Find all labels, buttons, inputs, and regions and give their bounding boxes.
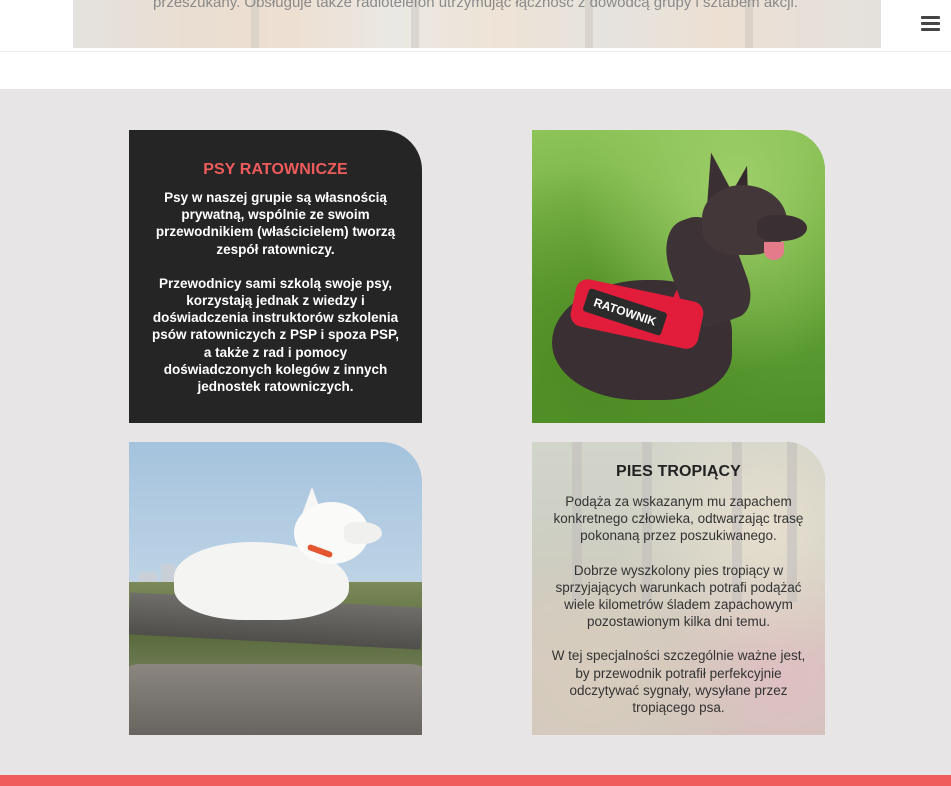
top-header: przeszukany. Obsługuje także radiotelefo… bbox=[0, 0, 951, 52]
tracking-dog-text: Podąża za wskazanym mu zapachem konkretn… bbox=[532, 493, 825, 716]
header-divider bbox=[0, 51, 951, 52]
rescue-dogs-title: PSY RATOWNICZE bbox=[203, 161, 348, 178]
tracking-dog-paragraph: W tej specjalności szczególnie ważne jes… bbox=[551, 648, 806, 716]
rescue-dogs-paragraph: Psy w naszej grupie są własnością prywat… bbox=[155, 190, 396, 257]
tracking-dog-card: PIES TROPIĄCY Podąża za wskazanym mu zap… bbox=[532, 442, 825, 735]
rescue-dogs-text: Psy w naszej grupie są własnością prywat… bbox=[129, 189, 422, 395]
intro-text: przeszukany. Obsługuje także radiotelefo… bbox=[152, 0, 799, 11]
rescue-dogs-paragraph: Przewodnicy sami szkolą swoje psy, korzy… bbox=[151, 275, 400, 395]
rescue-dog-photo: RATOWNIK bbox=[532, 130, 825, 423]
white-dog-photo bbox=[129, 442, 422, 735]
rescue-dogs-card: PSY RATOWNICZE Psy w naszej grupie są wł… bbox=[129, 130, 422, 423]
tracking-dog-paragraph: Podąża za wskazanym mu zapachem konkretn… bbox=[553, 494, 804, 544]
footer-accent-bar bbox=[0, 775, 951, 786]
tracking-dog-title: PIES TROPIĄCY bbox=[616, 463, 741, 480]
tracking-dog-paragraph: Dobrze wyszkolony pies tropiący w sprzyj… bbox=[555, 562, 802, 630]
hamburger-menu-icon[interactable] bbox=[920, 13, 942, 33]
